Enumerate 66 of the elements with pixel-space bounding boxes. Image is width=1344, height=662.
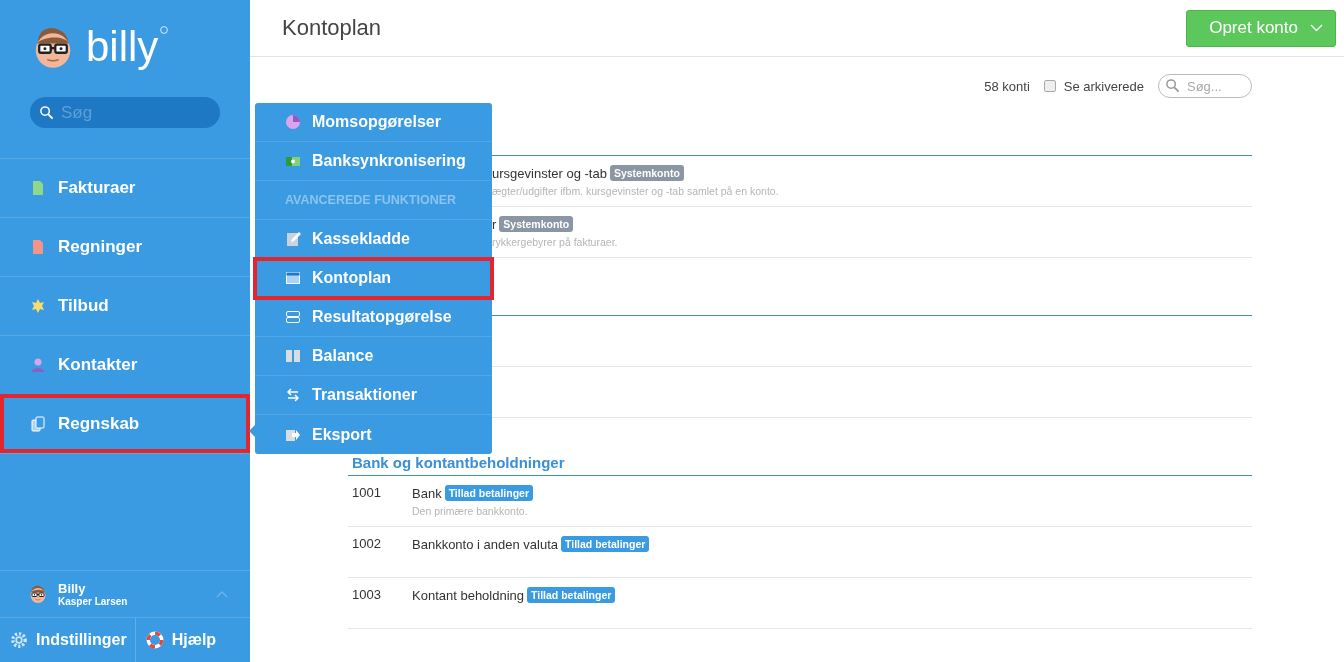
- account-name: Kontant beholdning: [412, 587, 525, 603]
- account-description: Den primære bankkonto.: [412, 505, 529, 517]
- account-name: r: [492, 216, 497, 232]
- account-search-field[interactable]: Søg...: [1158, 74, 1252, 98]
- star-icon: [30, 298, 46, 314]
- account-tag: Systemkonto: [499, 216, 574, 232]
- footer-button[interactable]: Indstillinger: [0, 618, 135, 662]
- footer-button[interactable]: Hjælp: [134, 618, 225, 662]
- menu-item[interactable]: Balance: [255, 337, 492, 376]
- archived-checkbox[interactable]: [1043, 80, 1056, 92]
- account-name: Bank: [412, 485, 442, 501]
- rows-icon: [285, 309, 301, 325]
- columns-icon: [285, 348, 301, 364]
- account-number: 1002: [352, 536, 382, 552]
- company-name: Kasper Larsen: [58, 596, 129, 607]
- menu-item[interactable]: Banksynkronisering: [255, 142, 492, 181]
- document-icon: [30, 239, 46, 255]
- nav-item[interactable]: Tilbud: [0, 276, 250, 335]
- account-number: 1003: [352, 587, 382, 603]
- chevron-up-icon: [216, 590, 228, 598]
- registered-icon: [160, 26, 169, 34]
- account-description: ægter/udgifter ifbm. kursgevinster og -tab samlet på en konto.: [492, 185, 779, 197]
- menu-item[interactable]: Resultatopgørelse: [255, 298, 492, 337]
- account-tag: Tillad betalinger: [561, 536, 650, 552]
- pie-chart-icon: [285, 114, 301, 130]
- account-count: 58 konti: [984, 78, 1030, 94]
- account-name: ursgevinster og -tab: [492, 165, 607, 181]
- edit-icon: [285, 231, 301, 247]
- window-icon: [285, 270, 301, 286]
- menu-item[interactable]: Transaktioner: [255, 376, 492, 415]
- page-title: Kontoplan: [282, 15, 382, 41]
- nav-item[interactable]: Regnskab: [0, 394, 250, 453]
- user-menu[interactable]: Billy Kasper Larsen: [0, 570, 250, 617]
- logo-text: billy: [86, 26, 169, 68]
- account-name: Bankkonto i anden valuta: [412, 536, 558, 552]
- account-number: 1001: [352, 485, 382, 501]
- person-icon: [30, 357, 46, 373]
- account-row[interactable]: 1001 Bank Tillad betalinger Den primære bankkonto.: [348, 476, 1252, 527]
- account-tag: Tillad betalinger: [527, 587, 616, 603]
- user-avatar-icon: [28, 584, 48, 604]
- search-icon: [39, 105, 54, 120]
- nav-item[interactable]: Fakturaer: [0, 158, 250, 217]
- account-row[interactable]: 1003 Kontant beholdning Tillad betalinger: [348, 578, 1252, 629]
- document-icon: [30, 180, 46, 196]
- menu-group-heading: AVANCEREDE FUNKTIONER: [255, 181, 492, 220]
- search-icon: [1165, 78, 1180, 93]
- sidebar-search-field[interactable]: Søg: [30, 97, 220, 128]
- account-description: rykkergebyrer på fakturaer.: [492, 236, 618, 248]
- pages-icon: [30, 416, 46, 432]
- account-tag: Tillad betalinger: [444, 485, 533, 501]
- lifebuoy-icon: [145, 631, 164, 649]
- menu-item[interactable]: Kassekladde: [255, 220, 492, 259]
- menu-item[interactable]: Kontoplan: [255, 259, 492, 298]
- archived-label: Se arkiverede: [1063, 78, 1144, 94]
- caret-icon: [1310, 24, 1323, 32]
- nav-item[interactable]: Regninger: [0, 217, 250, 276]
- account-tag: Systemkonto: [609, 165, 684, 181]
- account-row[interactable]: 1002 Bankkonto i anden valuta Tillad betalinger: [348, 527, 1252, 578]
- nav-item[interactable]: Kontakter: [0, 335, 250, 394]
- menu-item[interactable]: Momsopgørelser: [255, 103, 492, 142]
- menu-item[interactable]: Eksport: [255, 415, 492, 454]
- section-heading: Bank og kontantbeholdninger: [352, 454, 565, 471]
- user-name: Billy: [58, 581, 87, 596]
- swap-arrows-icon: [285, 387, 301, 403]
- create-account-button[interactable]: Opret konto: [1186, 9, 1336, 47]
- settings-icon: [10, 631, 28, 649]
